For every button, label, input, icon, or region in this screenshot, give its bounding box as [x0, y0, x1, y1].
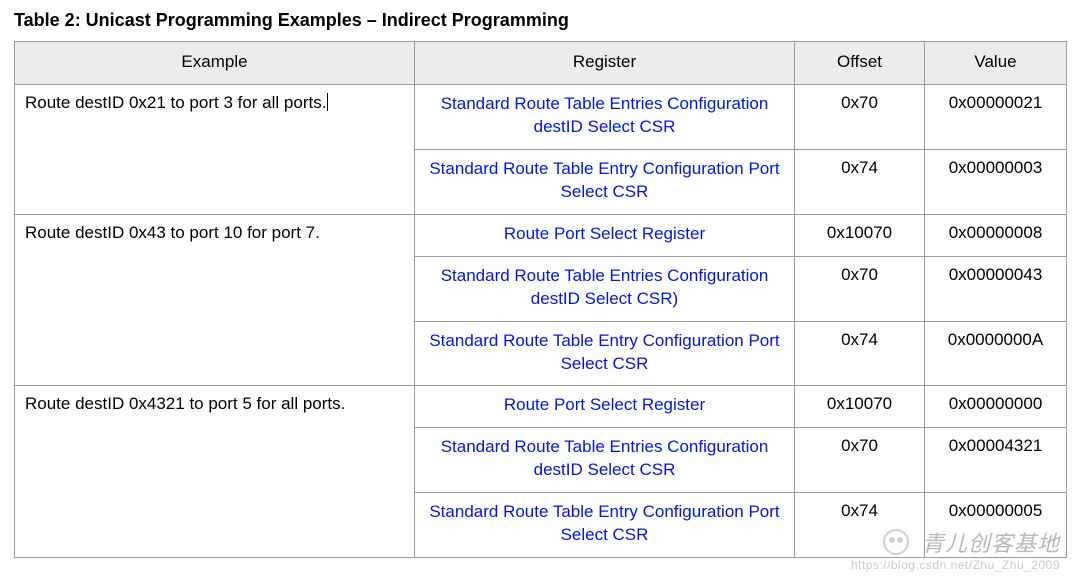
- register-cell: Route Port Select Register: [415, 386, 795, 428]
- col-header-example: Example: [15, 42, 415, 85]
- table-row: Route destID 0x43 to port 10 for port 7.…: [15, 214, 1067, 256]
- col-header-offset: Offset: [795, 42, 925, 85]
- table-row: Route destID 0x21 to port 3 for all port…: [15, 85, 1067, 150]
- register-cell: Standard Route Table Entry Configuration…: [415, 149, 795, 214]
- table-row: Route destID 0x4321 to port 5 for all po…: [15, 386, 1067, 428]
- offset-cell: 0x70: [795, 256, 925, 321]
- register-link[interactable]: Route Port Select Register: [504, 224, 705, 243]
- value-cell: 0x00000043: [925, 256, 1067, 321]
- register-link[interactable]: Standard Route Table Entries Configurati…: [441, 266, 769, 308]
- table-caption: Table 2: Unicast Programming Examples – …: [14, 10, 1066, 31]
- offset-cell: 0x74: [795, 149, 925, 214]
- register-link[interactable]: Standard Route Table Entry Configuration…: [429, 502, 779, 544]
- register-cell: Route Port Select Register: [415, 214, 795, 256]
- offset-cell: 0x10070: [795, 386, 925, 428]
- offset-cell: 0x70: [795, 85, 925, 150]
- register-link[interactable]: Route Port Select Register: [504, 395, 705, 414]
- value-cell: 0x00000003: [925, 149, 1067, 214]
- register-cell: Standard Route Table Entry Configuration…: [415, 493, 795, 558]
- offset-cell: 0x70: [795, 428, 925, 493]
- example-text: Route destID 0x21 to port 3 for all port…: [25, 93, 326, 112]
- register-link[interactable]: Standard Route Table Entry Configuration…: [429, 331, 779, 373]
- offset-cell: 0x74: [795, 493, 925, 558]
- example-cell: Route destID 0x43 to port 10 for port 7.: [15, 214, 415, 386]
- example-text: Route destID 0x4321 to port 5 for all po…: [25, 394, 345, 413]
- programming-table: Example Register Offset Value Route dest…: [14, 41, 1067, 558]
- register-cell: Standard Route Table Entries Configurati…: [415, 428, 795, 493]
- value-cell: 0x00004321: [925, 428, 1067, 493]
- value-cell: 0x00000005: [925, 493, 1067, 558]
- example-cell: Route destID 0x4321 to port 5 for all po…: [15, 386, 415, 558]
- register-cell: Standard Route Table Entries Configurati…: [415, 85, 795, 150]
- register-link[interactable]: Standard Route Table Entry Configuration…: [429, 159, 779, 201]
- offset-cell: 0x74: [795, 321, 925, 386]
- offset-cell: 0x10070: [795, 214, 925, 256]
- col-header-value: Value: [925, 42, 1067, 85]
- text-cursor: [327, 93, 328, 111]
- register-link[interactable]: Standard Route Table Entries Configurati…: [441, 437, 769, 479]
- value-cell: 0x00000008: [925, 214, 1067, 256]
- register-cell: Standard Route Table Entry Configuration…: [415, 321, 795, 386]
- table-header-row: Example Register Offset Value: [15, 42, 1067, 85]
- value-cell: 0x0000000A: [925, 321, 1067, 386]
- register-link[interactable]: Standard Route Table Entries Configurati…: [441, 94, 769, 136]
- example-cell: Route destID 0x21 to port 3 for all port…: [15, 85, 415, 215]
- watermark-url: https://blog.csdn.net/Zhu_Zhu_2009: [851, 558, 1060, 572]
- col-header-register: Register: [415, 42, 795, 85]
- value-cell: 0x00000021: [925, 85, 1067, 150]
- example-text: Route destID 0x43 to port 10 for port 7.: [25, 223, 320, 242]
- value-cell: 0x00000000: [925, 386, 1067, 428]
- register-cell: Standard Route Table Entries Configurati…: [415, 256, 795, 321]
